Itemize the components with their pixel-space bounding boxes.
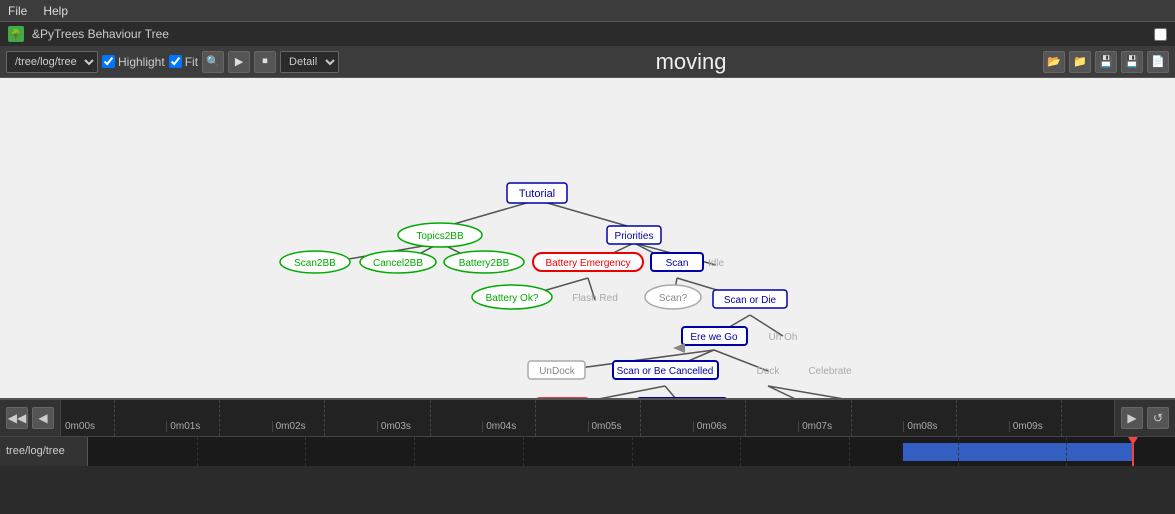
search-button[interactable]: 🔍	[202, 51, 224, 73]
scan-or-cancelled-node: Scan or Be Cancelled	[617, 366, 714, 377]
menubar: File Help	[0, 0, 1175, 22]
idle-node: Idle	[708, 258, 725, 269]
timeline-header: ◀◀ ◀ 0m00s 0m01s 0m02s 0m03s 0m04s 0m05s…	[0, 400, 1175, 437]
ruler-tick-8: 0m08s	[903, 421, 937, 432]
timeline-right-controls: ▶ ↺	[1114, 400, 1175, 436]
toolbar: /tree/log/tree Highlight Fit 🔍 ▶ ⏹ Detai…	[0, 46, 1175, 78]
scan-node: Scan	[666, 258, 689, 269]
save-as-button[interactable]: 💾	[1121, 51, 1143, 73]
timeline-prev-button[interactable]: ◀	[32, 407, 54, 429]
detail-select[interactable]: Detail Full Brief	[280, 51, 339, 73]
timeline-cursor-head	[1128, 437, 1138, 445]
ruler-tick-7: 0m07s	[798, 421, 832, 432]
tutorial-node: Tutorial	[519, 188, 555, 200]
cancel2bb-node: Cancel2BB	[373, 258, 423, 269]
timeline-track[interactable]	[88, 437, 1175, 466]
play-button[interactable]: ▶	[228, 51, 250, 73]
save-button[interactable]: 💾	[1095, 51, 1117, 73]
status-title: moving	[656, 49, 727, 75]
timeline-prev-prev-button[interactable]: ◀◀	[6, 407, 28, 429]
dock-node: Dock	[757, 366, 781, 377]
timeline-track-label: tree/log/tree	[0, 437, 88, 466]
undock-node: UnDock	[539, 366, 576, 377]
titlebar-checkbox[interactable]	[1154, 28, 1167, 41]
ruler-tick-4: 0m04s	[482, 421, 516, 432]
battery2bb-node: Battery2BB	[459, 258, 510, 269]
app-icon: 🌳	[8, 26, 24, 42]
scan-or-die-node: Scan or Die	[724, 295, 777, 306]
timeline-track-row: tree/log/tree	[0, 437, 1175, 466]
ruler-tick-3: 0m03s	[377, 421, 411, 432]
uh-oh-node: Uh Oh	[769, 332, 798, 343]
timeline-left-controls: ◀◀ ◀	[0, 400, 61, 436]
highlight-label: Highlight	[118, 55, 165, 69]
ruler-tick-0: 0m00s	[65, 421, 117, 432]
ere-we-go-node: Ere we Go	[690, 332, 738, 343]
menu-file[interactable]: File	[8, 4, 27, 18]
battery-ok-node: Battery Ok?	[486, 293, 539, 304]
fit-label: Fit	[185, 55, 198, 69]
timeline-area: ◀◀ ◀ 0m00s 0m01s 0m02s 0m03s 0m04s 0m05s…	[0, 398, 1175, 466]
fit-checkbox[interactable]	[169, 55, 182, 68]
highlight-checkbox[interactable]	[102, 55, 115, 68]
titlebar: 🌳 &PyTrees Behaviour Tree	[0, 22, 1175, 46]
scan2bb-node: Scan2BB	[294, 258, 336, 269]
open-folder-button[interactable]: 📂	[1043, 51, 1065, 73]
ruler-tick-6: 0m06s	[693, 421, 727, 432]
menu-help[interactable]: Help	[43, 4, 68, 18]
ruler-tick-9: 0m09s	[1009, 421, 1043, 432]
highlight-check[interactable]: Highlight	[102, 55, 165, 69]
path-select[interactable]: /tree/log/tree	[6, 51, 98, 73]
fit-check[interactable]: Fit	[169, 55, 198, 69]
scan-q-node: Scan?	[659, 293, 688, 304]
celebrate-node: Celebrate	[808, 366, 852, 377]
battery-emergency-node: Battery Emergency	[545, 258, 630, 269]
app-title: &PyTrees Behaviour Tree	[32, 27, 169, 41]
timeline-bar	[903, 443, 1131, 461]
folder-button[interactable]: 📁	[1069, 51, 1091, 73]
tree-svg: Tutorial Topics2BB Priorities Scan2BB Ca…	[0, 78, 1175, 398]
ruler-tick-2: 0m02s	[272, 421, 306, 432]
priorities-node: Priorities	[615, 231, 654, 242]
timeline-ruler: 0m00s 0m01s 0m02s 0m03s 0m04s 0m05s 0m06…	[61, 400, 1114, 436]
ruler-tick-1: 0m01s	[166, 421, 218, 432]
topics2bb-node: Topics2BB	[416, 231, 464, 242]
timeline-loop-button[interactable]: ↺	[1147, 407, 1169, 429]
toolbar-right: 📂 📁 💾 💾 📄	[1043, 51, 1169, 73]
doc-button[interactable]: 📄	[1147, 51, 1169, 73]
flash-red-node: Flash Red	[572, 293, 618, 304]
ruler-tick-5: 0m05s	[588, 421, 622, 432]
stop-button[interactable]: ⏹	[254, 51, 276, 73]
canvas-area: Tutorial Topics2BB Priorities Scan2BB Ca…	[0, 78, 1175, 398]
timeline-next-button[interactable]: ▶	[1121, 407, 1143, 429]
